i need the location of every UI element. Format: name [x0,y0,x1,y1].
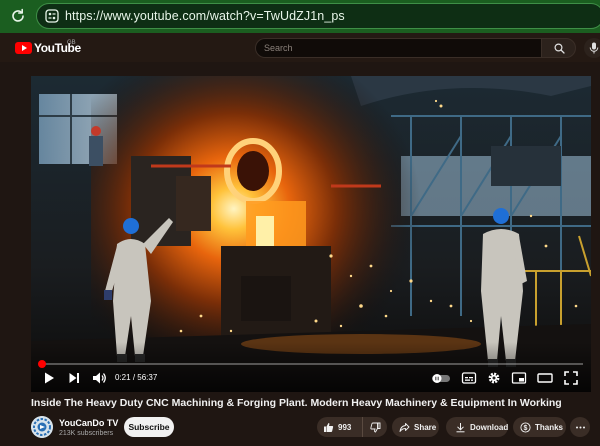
more-actions-button[interactable] [570,417,590,437]
duration: 56:37 [137,373,158,382]
search-input[interactable] [264,39,534,57]
like-button[interactable]: 993 [317,417,363,437]
play-icon[interactable] [41,370,57,386]
download-button[interactable]: Download [446,417,508,437]
search-button[interactable] [541,38,576,58]
fullscreen-icon[interactable] [563,370,579,386]
share-icon [399,422,410,432]
progress-bar[interactable] [38,360,583,368]
url-text[interactable]: https://www.youtube.com/watch?v=TwUdZJ1n… [65,9,345,23]
browser-toolbar: https://www.youtube.com/watch?v=TwUdZJ1n… [0,0,600,33]
search-box[interactable] [255,38,542,58]
search-icon [554,43,565,54]
share-label: Share [414,422,437,432]
address-bar[interactable]: https://www.youtube.com/watch?v=TwUdZJ1n… [36,3,600,29]
autoplay-toggle-icon[interactable] [431,370,451,386]
controls-gradient [31,342,591,392]
thumbs-down-icon [369,422,380,432]
subscriber-count: 213K subscribers [59,430,114,437]
current-time: 0:21 [115,373,131,382]
reload-icon[interactable] [9,7,27,25]
download-label: Download [470,422,509,432]
thanks-label: Thanks [535,422,564,432]
youtube-masthead: YouTube GB [0,33,600,62]
dislike-button[interactable] [363,417,387,437]
microphone-icon [589,42,599,54]
more-icon [575,426,585,428]
channel-avatar[interactable] [31,416,53,438]
thumbs-up-icon [324,422,334,432]
time-display: 0:21 / 56:37 [115,373,157,382]
site-info-icon[interactable] [44,8,60,24]
next-icon[interactable] [66,370,82,386]
subtitles-icon[interactable] [461,370,477,386]
thanks-icon: $ [520,421,531,433]
channel-logo-icon [31,416,53,438]
thanks-button[interactable]: $ Thanks [513,417,566,437]
video-player[interactable]: 0:21 / 56:37 [31,76,591,392]
video-title: Inside The Heavy Duty CNC Machining & Fo… [31,397,562,409]
share-button[interactable]: Share [392,417,439,437]
channel-name[interactable]: YouCanDo TV [59,418,118,428]
theater-mode-icon[interactable] [537,370,553,386]
volume-icon[interactable] [91,370,107,386]
like-count: 993 [338,422,352,432]
voice-search-button[interactable] [584,38,600,58]
like-dislike-group: 993 [317,417,387,437]
country-code: GB [67,40,76,46]
miniplayer-icon[interactable] [511,370,527,386]
youtube-play-logo-icon [15,42,32,54]
gear-icon[interactable] [486,370,502,386]
subscribe-button[interactable]: Subscribe [124,417,174,437]
download-icon [456,422,465,432]
svg-text:$: $ [524,425,528,432]
